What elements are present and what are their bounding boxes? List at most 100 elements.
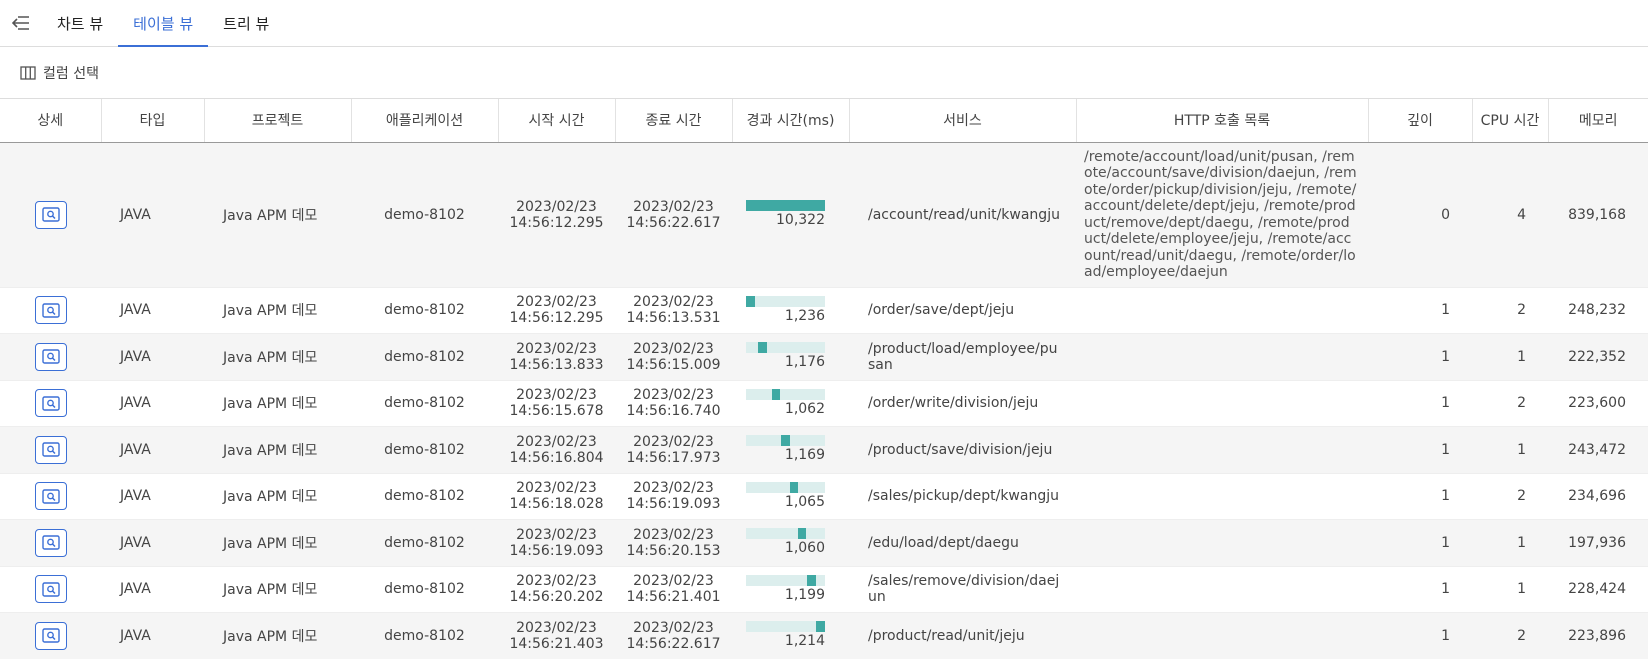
end-date: 2023/02/23 xyxy=(633,480,714,497)
end-clock: 14:56:22.617 xyxy=(626,214,721,231)
table-row[interactable]: JAVA Java APM 데모 demo-8102 2023/02/23 14:56:… xyxy=(0,519,1648,567)
tab-tree-view[interactable]: 트리 뷰 xyxy=(208,0,284,46)
tab-table-view[interactable]: 테이블 뷰 xyxy=(118,0,209,47)
cpu-time-cell: 4 xyxy=(1472,142,1548,288)
end-time-cell: 2023/02/23 14:56:16.740 xyxy=(615,380,732,427)
start-date: 2023/02/23 xyxy=(516,294,597,311)
start-clock: 14:56:16.804 xyxy=(509,449,604,466)
table-row[interactable]: JAVA Java APM 데모 demo-8102 2023/02/23 14:56:… xyxy=(0,426,1648,474)
project-cell: Java APM 데모 xyxy=(204,612,351,659)
header-start-time[interactable]: 시작 시간 xyxy=(498,99,616,143)
elapsed-timeline-bar xyxy=(746,342,825,354)
end-time-cell: 2023/02/23 14:56:20.153 xyxy=(615,519,732,567)
header-application[interactable]: 애플리케이션 xyxy=(351,99,499,143)
http-calls-cell xyxy=(1076,612,1368,659)
table-row[interactable]: JAVA Java APM 데모 demo-8102 2023/02/23 14:56:… xyxy=(0,333,1648,381)
service-cell: /product/save/division/jeju xyxy=(849,426,1076,474)
detail-button[interactable] xyxy=(34,621,67,650)
detail-search-icon xyxy=(41,582,60,597)
detail-button[interactable] xyxy=(34,200,67,229)
end-clock: 14:56:15.009 xyxy=(626,356,721,373)
start-date: 2023/02/23 xyxy=(516,480,597,497)
depth-cell: 1 xyxy=(1368,612,1472,659)
table-row[interactable]: JAVA Java APM 데모 demo-8102 2023/02/23 14:56:… xyxy=(0,612,1648,659)
column-select-button[interactable]: 컬럼 선택 xyxy=(20,63,99,83)
detail-cell xyxy=(0,519,101,567)
elapsed-cell: 1,169 xyxy=(732,426,849,474)
memory-cell: 223,896 xyxy=(1548,612,1648,659)
type-cell: JAVA xyxy=(101,426,204,474)
start-date: 2023/02/23 xyxy=(516,340,597,357)
start-time-cell: 2023/02/23 14:56:16.804 xyxy=(498,426,615,474)
service-cell: /account/read/unit/kwangju xyxy=(849,142,1076,288)
back-button[interactable] xyxy=(0,0,42,46)
type-cell: JAVA xyxy=(101,380,204,427)
elapsed-timeline-fill xyxy=(798,528,807,540)
cpu-time-cell: 1 xyxy=(1472,426,1548,474)
table-row[interactable]: JAVA Java APM 데모 demo-8102 2023/02/23 14:56:… xyxy=(0,566,1648,613)
header-service[interactable]: 서비스 xyxy=(849,99,1077,143)
end-time-cell: 2023/02/23 14:56:19.093 xyxy=(615,473,732,520)
header-end-time[interactable]: 종료 시간 xyxy=(615,99,733,143)
project-cell: Java APM 데모 xyxy=(204,426,351,474)
end-time-cell: 2023/02/23 14:56:17.973 xyxy=(615,426,732,474)
end-date: 2023/02/23 xyxy=(633,387,714,404)
header-cpu-time[interactable]: CPU 시간 xyxy=(1472,99,1549,143)
start-clock: 14:56:13.833 xyxy=(509,356,604,373)
detail-button[interactable] xyxy=(34,296,67,325)
elapsed-timeline-bar xyxy=(746,621,825,633)
elapsed-value: 10,322 xyxy=(776,212,825,228)
detail-button[interactable] xyxy=(34,575,67,604)
elapsed-timeline-fill xyxy=(789,481,799,493)
table-row[interactable]: JAVA Java APM 데모 demo-8102 2023/02/23 14:56:… xyxy=(0,142,1648,288)
memory-cell: 839,168 xyxy=(1548,142,1648,288)
detail-cell xyxy=(0,426,101,474)
http-calls-cell xyxy=(1076,380,1368,427)
header-memory[interactable]: 메모리 xyxy=(1548,99,1648,143)
depth-cell: 1 xyxy=(1368,380,1472,427)
detail-button[interactable] xyxy=(34,389,67,418)
detail-cell xyxy=(0,142,101,288)
column-select-label: 컬럼 선택 xyxy=(43,65,99,82)
detail-search-icon xyxy=(41,535,60,550)
end-date: 2023/02/23 xyxy=(633,433,714,450)
tab-chart-view[interactable]: 차트 뷰 xyxy=(42,0,118,46)
elapsed-cell: 1,199 xyxy=(732,566,849,613)
header-detail[interactable]: 상세 xyxy=(0,99,102,143)
application-cell: demo-8102 xyxy=(351,333,498,381)
detail-button[interactable] xyxy=(34,528,67,557)
elapsed-cell: 10,322 xyxy=(732,142,849,288)
header-elapsed-time[interactable]: 경과 시간(ms) xyxy=(732,99,850,143)
table-row[interactable]: JAVA Java APM 데모 demo-8102 2023/02/23 14:56:… xyxy=(0,380,1648,427)
header-project[interactable]: 프로젝트 xyxy=(204,99,352,143)
http-calls-cell: /remote/account/load/unit/pusan, /remote… xyxy=(1076,142,1368,288)
menu-collapse-icon xyxy=(12,16,29,30)
detail-button[interactable] xyxy=(34,482,67,511)
detail-search-icon xyxy=(41,207,60,222)
elapsed-timeline-bar xyxy=(746,295,825,307)
view-tab-bar: 차트 뷰 테이블 뷰 트리 뷰 xyxy=(0,0,1648,47)
start-time-cell: 2023/02/23 14:56:20.202 xyxy=(498,566,615,613)
application-cell: demo-8102 xyxy=(351,380,498,427)
table-row[interactable]: JAVA Java APM 데모 demo-8102 2023/02/23 14:56:… xyxy=(0,287,1648,334)
elapsed-timeline-fill xyxy=(780,435,790,447)
application-cell: demo-8102 xyxy=(351,612,498,659)
table-row[interactable]: JAVA Java APM 데모 demo-8102 2023/02/23 14:56:… xyxy=(0,473,1648,520)
detail-button[interactable] xyxy=(34,435,67,464)
start-clock: 14:56:15.678 xyxy=(509,403,604,420)
header-type[interactable]: 타입 xyxy=(101,99,205,143)
depth-cell: 1 xyxy=(1368,333,1472,381)
http-calls-cell xyxy=(1076,426,1368,474)
memory-cell: 243,472 xyxy=(1548,426,1648,474)
header-http-calls[interactable]: HTTP 호출 목록 xyxy=(1076,99,1369,143)
start-time-cell: 2023/02/23 14:56:19.093 xyxy=(498,519,615,567)
http-calls-cell xyxy=(1076,566,1368,613)
start-time-cell: 2023/02/23 14:56:12.295 xyxy=(498,287,615,334)
http-calls-cell xyxy=(1076,333,1368,381)
detail-button[interactable] xyxy=(34,342,67,371)
cpu-time-cell: 2 xyxy=(1472,287,1548,334)
header-depth[interactable]: 깊이 xyxy=(1368,99,1473,143)
cpu-time-cell: 2 xyxy=(1472,612,1548,659)
end-clock: 14:56:13.531 xyxy=(626,310,721,327)
detail-search-icon xyxy=(41,628,60,643)
